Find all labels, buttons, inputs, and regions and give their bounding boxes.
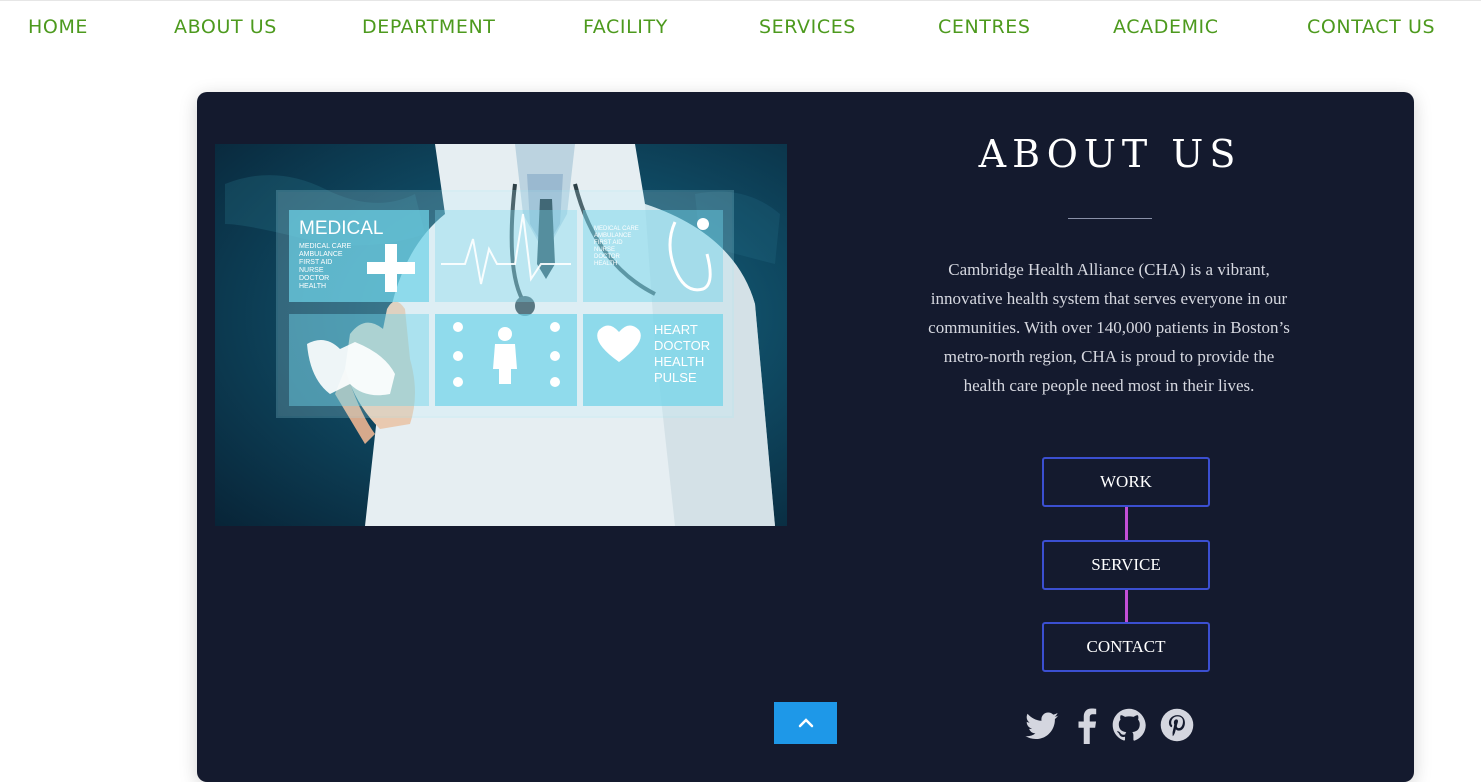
- about-title: ABOUT US: [978, 132, 1242, 176]
- panel-medical-item: AMBULANCE: [299, 251, 343, 258]
- scroll-to-top-button[interactable]: [774, 702, 837, 744]
- nav-services[interactable]: SERVICES: [759, 16, 856, 38]
- nav-department[interactable]: DEPARTMENT: [362, 16, 496, 38]
- panel-small-item: AMBULANCE: [594, 233, 631, 239]
- panel-heart-item: HEART: [654, 322, 698, 337]
- panel-medical-item: NURSE: [299, 267, 324, 274]
- panel-medical-item: HEALTH: [299, 283, 326, 290]
- panel-medical-item: MEDICAL CARE: [299, 243, 352, 250]
- panel-medical-item: DOCTOR: [299, 275, 329, 282]
- panel-medical-title: MEDICAL: [299, 218, 383, 239]
- contact-button[interactable]: CONTACT: [1042, 622, 1210, 672]
- panel-heart-item: HEALTH: [654, 354, 704, 369]
- twitter-icon[interactable]: [1024, 708, 1064, 748]
- github-icon[interactable]: [1112, 708, 1152, 748]
- main-nav: HOME ABOUT US DEPARTMENT FACILITY SERVIC…: [0, 0, 1481, 56]
- panel-heart-item: DOCTOR: [654, 338, 710, 353]
- chevron-up-icon: [798, 718, 813, 728]
- pinterest-icon[interactable]: [1160, 708, 1200, 748]
- facebook-icon[interactable]: [1072, 708, 1112, 748]
- nav-home[interactable]: HOME: [28, 16, 88, 38]
- panel-small-item: NURSE: [594, 247, 615, 253]
- nav-centres[interactable]: CENTRES: [938, 16, 1031, 38]
- hero-image: MEDICAL MEDICAL CARE AMBULANCE FIRST AID…: [215, 144, 787, 526]
- work-button[interactable]: WORK: [1042, 457, 1210, 507]
- nav-contact-us[interactable]: CONTACT US: [1307, 16, 1435, 38]
- nav-facility[interactable]: FACILITY: [583, 16, 668, 38]
- title-divider: [1068, 218, 1152, 219]
- nav-about-us[interactable]: ABOUT US: [174, 16, 277, 38]
- nav-academic[interactable]: ACADEMIC: [1113, 16, 1219, 38]
- panel-medical-item: FIRST AID: [299, 259, 332, 266]
- panel-small-item: FIRST AID: [594, 240, 623, 246]
- service-button[interactable]: SERVICE: [1042, 540, 1210, 590]
- button-connector: [1125, 590, 1128, 622]
- panel-small-item: HEALTH: [594, 261, 617, 267]
- about-description: Cambridge Health Alliance (CHA) is a vib…: [928, 260, 1290, 395]
- panel-heart-item: PULSE: [654, 370, 697, 385]
- button-connector: [1125, 507, 1128, 540]
- panel-small-item: DOCTOR: [594, 254, 621, 260]
- panel-small-item: MEDICAL CARE: [594, 226, 639, 232]
- doctor-illustration: MEDICAL MEDICAL CARE AMBULANCE FIRST AID…: [225, 144, 780, 526]
